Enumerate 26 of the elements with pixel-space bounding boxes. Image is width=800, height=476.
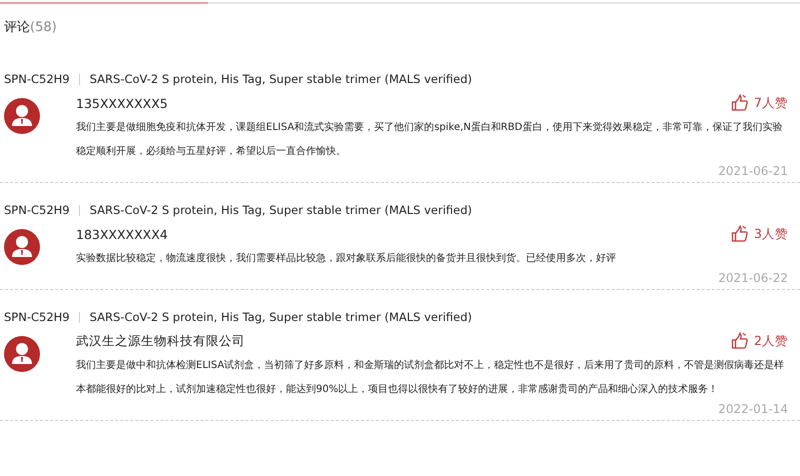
review-text: 实验数据比较稳定，物流速度很快，我们需要样品比较急，跟对象联系后能很快的备货并且很快到货。已经使用多次，好评	[76, 252, 617, 266]
review-date: 2021-06-22	[718, 271, 788, 285]
avatar-icon	[4, 336, 40, 372]
user-name: 135XXXXXXX5	[76, 96, 168, 110]
product-code: SPN-C52H9	[4, 310, 70, 324]
user-name: 武汉生之源生物科技有限公司	[76, 332, 245, 350]
product-name: SARS-CoV-2 S protein, His Tag, Super stable trimer (MALS verified)	[90, 203, 472, 217]
thumbs-up-icon[interactable]	[731, 332, 750, 350]
product-name: SARS-CoV-2 S protein, His Tag, Super stable trimer (MALS verified)	[90, 310, 472, 324]
review-date: 2022-01-14	[718, 402, 788, 416]
comment-count: (58)	[30, 20, 57, 35]
comments-title: 评论	[4, 20, 30, 35]
avatar-icon	[4, 229, 40, 265]
like-count: 3人赞	[754, 226, 788, 242]
like-count: 7人赞	[754, 94, 788, 112]
user-name: 183XXXXXXX4	[76, 226, 168, 242]
thumbs-up-icon[interactable]	[731, 225, 750, 243]
review-text: 我们主要是做细胞免疫和抗体开发，课题组ELISA和流式实验需要，买了他们家的spike,N蛋白和RBD蛋白，使用下来觉得效果稳定，非常可靠，保证了我们实验稳定顺利开展，必须给与五星好评，希望以后一直合作愉快。	[76, 120, 784, 159]
thumbs-up-icon[interactable]	[731, 94, 750, 112]
product-name: SARS-CoV-2 S protein, His Tag, Super stable trimer (MALS verified)	[90, 72, 472, 86]
product-code: SPN-C52H9	[4, 72, 70, 86]
like-count: 2人赞	[754, 332, 788, 350]
review-date: 2021-06-21	[718, 164, 788, 178]
avatar-icon	[4, 98, 40, 134]
review-text: 我们主要是做中和抗体检测ELISA试剂盒，当初筛了好多原料，和金斯瑞的试剂盒都比对不上，稳定性也不是很好，后来用了贵司的原料，不管是测假病毒还是样本都能很好的比对上，试剂加速稳定性也很好，能达到90%以上，项目也得以很快有了较好的进展，非常感谢贵司的产品和细心深入的技术服务！	[76, 358, 786, 397]
product-code: SPN-C52H9	[4, 203, 70, 217]
